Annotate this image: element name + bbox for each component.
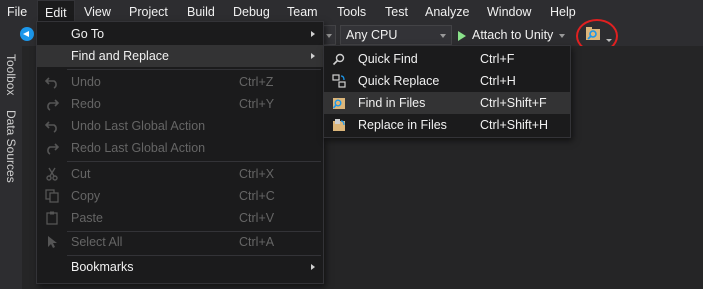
menu-item-go-to[interactable]: Go To (37, 23, 323, 45)
undo-icon (45, 77, 57, 89)
menu-item-paste[interactable]: Paste Ctrl+V (37, 207, 323, 229)
menu-item-shortcut: Ctrl+V (239, 211, 275, 225)
find-in-files-icon (332, 98, 345, 109)
menu-item-label: Replace in Files (358, 118, 447, 132)
menu-item-label: Find and Replace (71, 49, 169, 63)
find-and-replace-submenu: Quick Find Ctrl+F Quick Replace Ctrl+H F… (323, 45, 571, 138)
chevron-down-icon (440, 34, 446, 38)
submenu-arrow-icon (311, 31, 315, 37)
select-all-cursor-icon (48, 236, 57, 248)
navigate-back-icon[interactable] (20, 27, 34, 41)
menu-item-label: Quick Find (358, 52, 418, 66)
menu-item-label: Undo Last Global Action (71, 119, 206, 133)
menu-item-shortcut: Ctrl+F (480, 52, 515, 66)
menu-item-redo-global[interactable]: Redo Last Global Action (37, 137, 323, 159)
menu-item-label: Redo (71, 97, 101, 111)
toolbox-tab[interactable]: Toolbox (4, 54, 18, 95)
menu-item-label: Select All (71, 235, 123, 249)
menu-item-shortcut: Ctrl+Shift+H (480, 118, 549, 132)
menu-item-shortcut: Ctrl+Shift+F (480, 96, 547, 110)
attach-to-unity-button[interactable]: Attach to Unity (458, 25, 566, 45)
chevron-down-icon (559, 33, 566, 38)
edit-menu: Go To Find and Replace Undo Ctrl+Z Redo … (36, 21, 324, 284)
menu-separator (67, 161, 321, 162)
redo-icon (47, 143, 59, 155)
attach-label: Attach to Unity (472, 28, 554, 42)
menu-item-find-and-replace[interactable]: Find and Replace (37, 45, 323, 67)
configuration-combo-edge[interactable] (322, 25, 336, 45)
menu-help[interactable]: Help (543, 0, 583, 24)
submenu-item-quick-replace[interactable]: Quick Replace Ctrl+H (324, 70, 570, 92)
submenu-item-replace-in-files[interactable]: Replace in Files Ctrl+Shift+H (324, 114, 570, 136)
menu-item-label: Go To (71, 27, 105, 41)
menu-item-shortcut: Ctrl+H (480, 74, 516, 88)
submenu-arrow-icon (311, 53, 315, 59)
submenu-item-find-in-files[interactable]: Find in Files Ctrl+Shift+F (324, 92, 570, 114)
menu-window[interactable]: Window (480, 0, 538, 24)
side-tab-strip: Toolbox Data Sources (0, 46, 22, 289)
platform-combo-value: Any CPU (346, 28, 398, 42)
menu-test[interactable]: Test (378, 0, 415, 24)
menu-item-label: Redo Last Global Action (71, 141, 206, 155)
menu-item-undo-global[interactable]: Undo Last Global Action (37, 115, 323, 137)
menu-analyze[interactable]: Analyze (418, 0, 476, 24)
menu-item-shortcut: Ctrl+X (239, 167, 275, 181)
menu-item-shortcut: Ctrl+C (239, 189, 275, 203)
menu-tools[interactable]: Tools (330, 0, 373, 24)
replace-in-files-icon (333, 119, 345, 131)
menu-item-shortcut: Ctrl+Y (239, 97, 275, 111)
menu-item-copy[interactable]: Copy Ctrl+C (37, 185, 323, 207)
menu-item-shortcut: Ctrl+A (239, 235, 275, 249)
play-icon (458, 30, 466, 41)
quick-find-icon (332, 53, 345, 66)
platform-combo[interactable]: Any CPU (340, 25, 452, 45)
copy-icon (45, 189, 59, 203)
redo-icon (47, 99, 59, 111)
menu-item-bookmarks[interactable]: Bookmarks (37, 256, 323, 278)
quick-replace-icon (332, 74, 346, 88)
data-sources-tab[interactable]: Data Sources (4, 110, 18, 183)
menu-item-shortcut: Ctrl+Z (239, 75, 274, 89)
menu-item-label: Quick Replace (358, 74, 440, 88)
menu-item-label: Copy (71, 189, 101, 203)
paste-icon (46, 211, 58, 225)
menu-item-label: Find in Files (358, 96, 426, 110)
scissors-icon (46, 167, 58, 181)
menu-item-label: Bookmarks (71, 260, 134, 274)
menu-separator (67, 69, 321, 70)
menu-item-redo[interactable]: Redo Ctrl+Y (37, 93, 323, 115)
menu-item-select-all[interactable]: Select All Ctrl+A (37, 231, 323, 253)
menu-item-label: Cut (71, 167, 91, 181)
submenu-arrow-icon (311, 264, 315, 270)
menu-item-label: Undo (71, 75, 101, 89)
submenu-item-quick-find[interactable]: Quick Find Ctrl+F (324, 48, 570, 70)
menu-file[interactable]: File (0, 0, 34, 24)
undo-icon (45, 121, 57, 133)
menu-item-label: Paste (71, 211, 103, 225)
menu-item-undo[interactable]: Undo Ctrl+Z (37, 71, 323, 93)
menu-item-cut[interactable]: Cut Ctrl+X (37, 163, 323, 185)
